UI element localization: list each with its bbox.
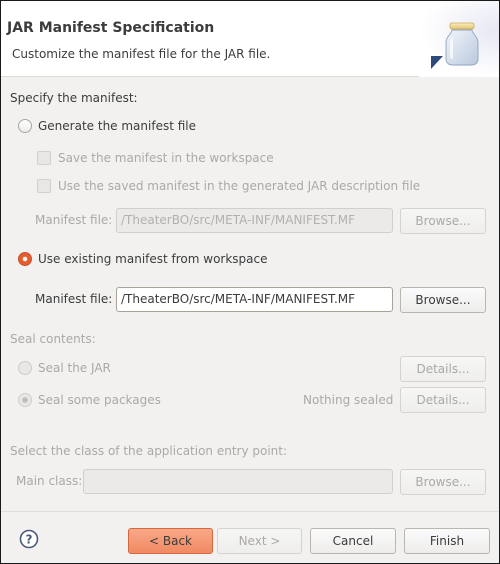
page-title: JAR Manifest Specification bbox=[7, 20, 215, 36]
main-class-input[interactable] bbox=[83, 469, 393, 494]
use-saved-manifest-checkbox[interactable] bbox=[37, 179, 51, 193]
save-manifest-label: Save the manifest in the workspace bbox=[58, 151, 274, 165]
jar-export-wizard-dialog: JAR Manifest Specification Customize the… bbox=[0, 0, 500, 564]
svg-text:?: ? bbox=[26, 533, 33, 547]
seal-jar-details-button[interactable]: Details... bbox=[400, 356, 486, 382]
seal-contents-label: Seal contents: bbox=[10, 332, 96, 346]
seal-packages-radio[interactable] bbox=[18, 393, 32, 407]
generate-manifest-radio[interactable] bbox=[18, 119, 32, 133]
save-manifest-checkbox[interactable] bbox=[37, 151, 51, 165]
back-button[interactable]: < Back bbox=[128, 528, 213, 554]
header-banner bbox=[419, 1, 499, 77]
seal-packages-details-button[interactable]: Details... bbox=[400, 387, 486, 413]
wizard-header: JAR Manifest Specification Customize the… bbox=[1, 1, 499, 77]
generated-manifest-file-input[interactable]: /TheaterBO/src/META-INF/MANIFEST.MF bbox=[116, 208, 393, 233]
next-button[interactable]: Next > bbox=[217, 528, 302, 554]
generated-manifest-file-label: Manifest file: bbox=[35, 213, 113, 227]
use-saved-manifest-label: Use the saved manifest in the generated … bbox=[58, 179, 421, 193]
main-class-label: Main class: bbox=[16, 474, 83, 488]
existing-manifest-file-label: Manifest file: bbox=[35, 292, 113, 306]
finish-button[interactable]: Finish bbox=[404, 528, 490, 554]
main-class-browse-button[interactable]: Browse... bbox=[400, 469, 486, 495]
existing-manifest-file-input[interactable]: /TheaterBO/src/META-INF/MANIFEST.MF bbox=[116, 287, 393, 312]
use-existing-manifest-radio[interactable] bbox=[18, 252, 32, 266]
specify-manifest-label: Specify the manifest: bbox=[10, 91, 138, 105]
cancel-button[interactable]: Cancel bbox=[310, 528, 396, 554]
help-icon[interactable]: ? bbox=[19, 529, 39, 549]
footer-separator bbox=[1, 511, 499, 512]
seal-jar-label: Seal the JAR bbox=[38, 361, 111, 375]
use-existing-manifest-label[interactable]: Use existing manifest from workspace bbox=[38, 252, 268, 266]
seal-jar-radio[interactable] bbox=[18, 361, 32, 375]
existing-manifest-browse-button[interactable]: Browse... bbox=[400, 287, 486, 313]
generated-manifest-browse-button[interactable]: Browse... bbox=[400, 208, 486, 234]
seal-packages-label: Seal some packages bbox=[38, 393, 161, 407]
page-description: Customize the manifest file for the JAR … bbox=[12, 47, 271, 61]
sealed-status-text: Nothing sealed bbox=[303, 393, 394, 407]
wizard-corner-decoration bbox=[431, 56, 443, 69]
generate-manifest-label[interactable]: Generate the manifest file bbox=[38, 119, 196, 133]
jar-icon bbox=[445, 22, 479, 66]
entry-point-label: Select the class of the application entr… bbox=[10, 444, 288, 458]
